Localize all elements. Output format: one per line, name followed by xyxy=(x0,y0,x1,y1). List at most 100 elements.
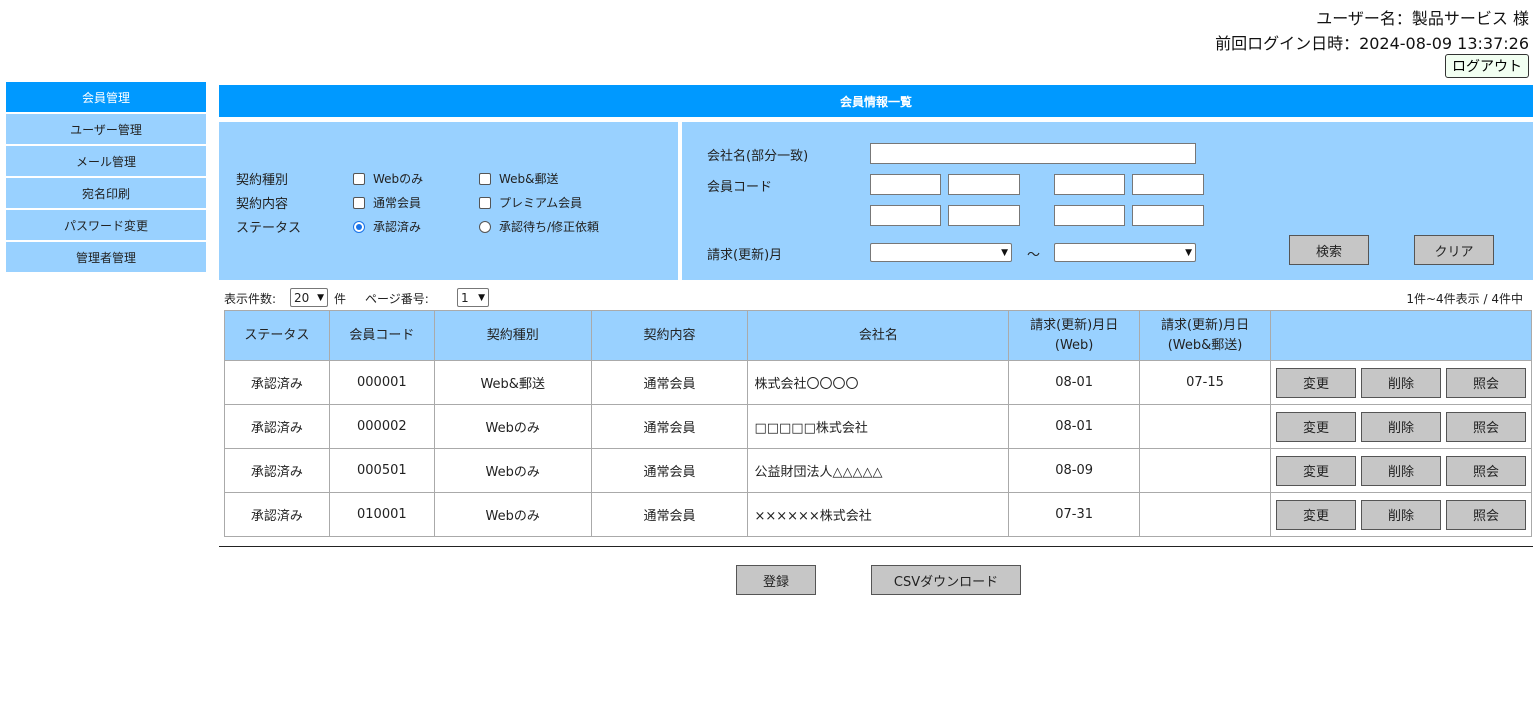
sidebar-item-members[interactable]: 会員管理 xyxy=(6,82,206,112)
view-button[interactable]: 照会 xyxy=(1445,455,1526,486)
column-header-member-code: 会員コード xyxy=(328,310,435,361)
cell-actions: 変更 削除 照会 xyxy=(1269,404,1533,449)
divider xyxy=(219,546,1533,547)
member-code-input-8[interactable] xyxy=(1132,205,1204,226)
delete-button[interactable]: 削除 xyxy=(1360,367,1441,398)
edit-button[interactable]: 変更 xyxy=(1275,455,1356,486)
page-title: 会員情報一覧 xyxy=(219,85,1533,117)
radio-dot[interactable] xyxy=(353,220,365,233)
company-name-input[interactable] xyxy=(870,143,1196,164)
member-code-input-7[interactable] xyxy=(1054,205,1125,226)
sidebar-item-password[interactable]: パスワード変更 xyxy=(6,210,206,240)
main-content: 会員情報一覧 契約種別 契約内容 ステータス Webのみ Web&郵送 通常会員… xyxy=(219,85,1533,312)
sidebar-item-admins[interactable]: 管理者管理 xyxy=(6,242,206,272)
cell-member-code: 000001 xyxy=(328,360,435,405)
radio-pending[interactable]: 承認待ち/修正依頼 xyxy=(479,218,599,235)
column-header-actions xyxy=(1269,310,1533,361)
cell-actions: 変更 削除 照会 xyxy=(1269,448,1533,493)
cell-status: 承認済み xyxy=(224,448,330,493)
sidebar-item-users[interactable]: ユーザー管理 xyxy=(6,114,206,144)
checkbox-box[interactable] xyxy=(353,172,365,185)
sidebar-item-address-print[interactable]: 宛名印刷 xyxy=(6,178,206,208)
member-code-input-6[interactable] xyxy=(948,205,1020,226)
chevron-down-icon: ▼ xyxy=(1185,247,1192,258)
contract-type-label: 契約種別 xyxy=(236,173,289,188)
chevron-down-icon: ▼ xyxy=(478,292,485,303)
member-code-input-2[interactable] xyxy=(948,174,1020,195)
select-value: 1 xyxy=(461,290,469,305)
per-page-unit: 件 xyxy=(334,292,347,306)
page-number-select[interactable]: 1 ▼ xyxy=(457,288,489,307)
checkbox-premium-member[interactable]: プレミアム会員 xyxy=(479,194,582,211)
billing-month-label: 請求(更新)月 xyxy=(707,248,783,263)
cell-contract-content: 通常会員 xyxy=(590,360,749,405)
column-header-contract-content: 契約内容 xyxy=(590,310,749,361)
member-code-input-4[interactable] xyxy=(1132,174,1204,195)
register-button[interactable]: 登録 xyxy=(736,565,816,595)
member-code-input-1[interactable] xyxy=(870,174,941,195)
radio-label: 承認待ち/修正依頼 xyxy=(499,220,600,234)
search-form: 契約種別 契約内容 ステータス Webのみ Web&郵送 通常会員 プレミアム会… xyxy=(219,122,1533,280)
cell-status: 承認済み xyxy=(224,360,330,405)
cell-billing-post xyxy=(1139,448,1271,493)
edit-button[interactable]: 変更 xyxy=(1275,499,1356,530)
table-row: 承認済み 000002 Webのみ 通常会員 □□□□□株式会社 08-01 変… xyxy=(224,404,1533,449)
page-number-label: ページ番号: xyxy=(365,292,429,306)
contract-content-label: 契約内容 xyxy=(236,197,289,212)
cell-billing-post xyxy=(1139,404,1271,449)
radio-dot[interactable] xyxy=(479,220,491,233)
member-table: ステータス 会員コード 契約種別 契約内容 会社名 請求(更新)月日 (Web)… xyxy=(224,310,1533,537)
clear-button[interactable]: クリア xyxy=(1414,235,1494,265)
csv-download-button[interactable]: CSVダウンロード xyxy=(871,565,1021,595)
checkbox-regular-member[interactable]: 通常会員 xyxy=(353,194,421,211)
cell-contract-type: Webのみ xyxy=(433,404,592,449)
billing-month-from-select[interactable]: ▼ xyxy=(870,243,1012,262)
member-code-input-5[interactable] xyxy=(870,205,941,226)
checkbox-label: Web&郵送 xyxy=(499,172,559,186)
filter-panel: 契約種別 契約内容 ステータス Webのみ Web&郵送 通常会員 プレミアム会… xyxy=(219,122,678,280)
checkbox-box[interactable] xyxy=(479,172,491,185)
delete-button[interactable]: 削除 xyxy=(1360,499,1441,530)
view-button[interactable]: 照会 xyxy=(1445,367,1526,398)
view-button[interactable]: 照会 xyxy=(1445,499,1526,530)
cell-billing-post xyxy=(1139,492,1271,537)
checkbox-box[interactable] xyxy=(479,196,491,209)
paging-bar: 表示件数: 20 ▼ 件 ページ番号: 1 ▼ 1件~4件表示 / 4件中 xyxy=(219,282,1533,312)
company-name-label: 会社名(部分一致) xyxy=(707,149,809,164)
column-header-billing-web: 請求(更新)月日 (Web) xyxy=(1008,310,1141,361)
sidebar: 会員管理 ユーザー管理 メール管理 宛名印刷 パスワード変更 管理者管理 xyxy=(6,82,206,274)
table-header-row: ステータス 会員コード 契約種別 契約内容 会社名 請求(更新)月日 (Web)… xyxy=(224,310,1533,361)
cell-member-code: 000002 xyxy=(328,404,435,449)
cell-billing-web: 08-09 xyxy=(1008,448,1141,493)
cell-billing-web: 07-31 xyxy=(1008,492,1141,537)
member-code-input-3[interactable] xyxy=(1054,174,1125,195)
search-button[interactable]: 検索 xyxy=(1289,235,1369,265)
cell-company: □□□□□株式会社 xyxy=(747,404,1010,449)
cell-billing-web: 08-01 xyxy=(1008,404,1141,449)
per-page-select[interactable]: 20 ▼ xyxy=(290,288,328,307)
cell-billing-post: 07-15 xyxy=(1139,360,1271,405)
billing-month-to-select[interactable]: ▼ xyxy=(1054,243,1196,262)
per-page-label: 表示件数: xyxy=(224,292,277,306)
cell-company: 公益財団法人△△△△△ xyxy=(747,448,1010,493)
column-header-contract-type: 契約種別 xyxy=(433,310,592,361)
view-button[interactable]: 照会 xyxy=(1445,411,1526,442)
table-row: 承認済み 000501 Webのみ 通常会員 公益財団法人△△△△△ 08-09… xyxy=(224,448,1533,493)
cell-billing-web: 08-01 xyxy=(1008,360,1141,405)
checkbox-web-post[interactable]: Web&郵送 xyxy=(479,170,559,187)
edit-button[interactable]: 変更 xyxy=(1275,411,1356,442)
delete-button[interactable]: 削除 xyxy=(1360,411,1441,442)
checkbox-box[interactable] xyxy=(353,196,365,209)
sidebar-item-mail[interactable]: メール管理 xyxy=(6,146,206,176)
cell-contract-type: Webのみ xyxy=(433,492,592,537)
logout-button[interactable]: ログアウト xyxy=(1445,54,1529,78)
cell-member-code: 000501 xyxy=(328,448,435,493)
checkbox-web-only[interactable]: Webのみ xyxy=(353,170,423,187)
cell-contract-type: Webのみ xyxy=(433,448,592,493)
delete-button[interactable]: 削除 xyxy=(1360,455,1441,486)
user-name: ユーザー名：製品サービス 様 xyxy=(1316,9,1529,28)
checkbox-label: プレミアム会員 xyxy=(499,196,583,210)
select-value: 20 xyxy=(294,290,310,305)
edit-button[interactable]: 変更 xyxy=(1275,367,1356,398)
radio-approved[interactable]: 承認済み xyxy=(353,218,421,235)
